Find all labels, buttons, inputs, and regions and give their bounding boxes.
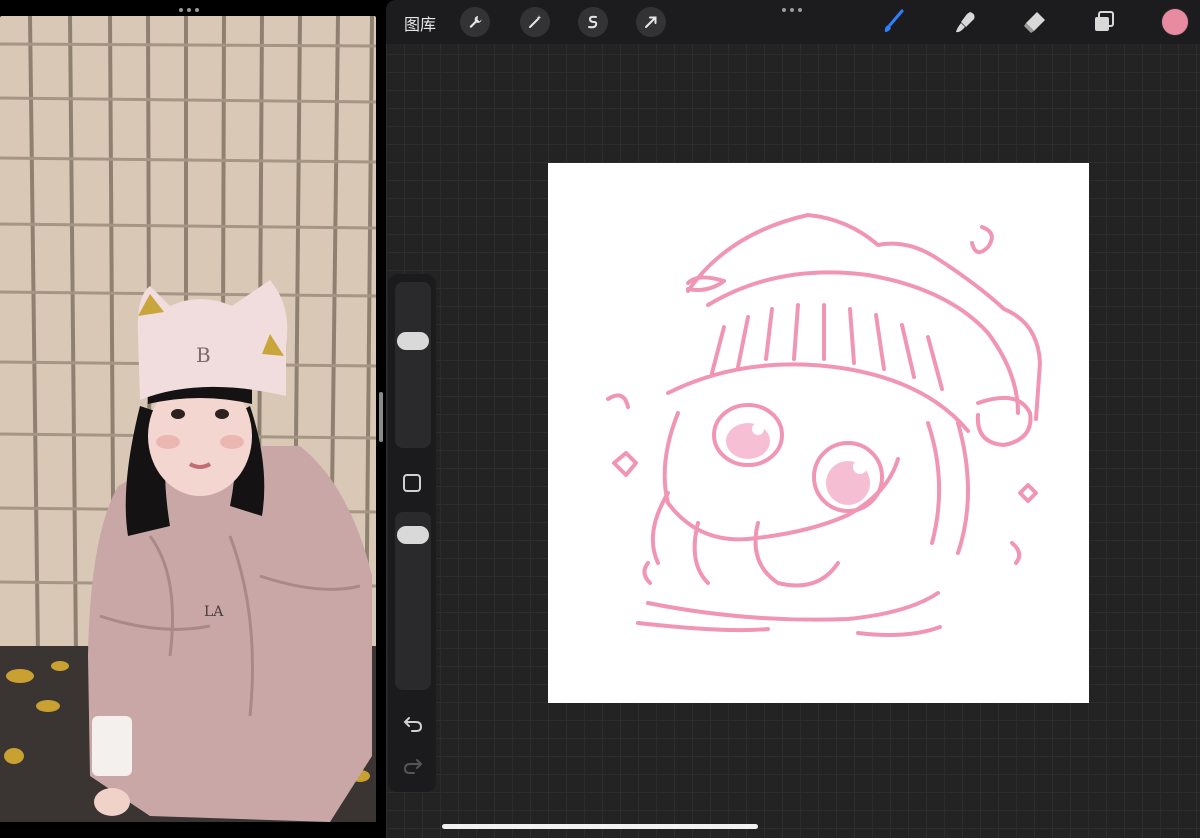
color-picker-button[interactable] (1162, 9, 1188, 35)
brush-size-slider[interactable] (395, 282, 431, 448)
redo-button[interactable] (401, 754, 425, 778)
left-sidebar (388, 274, 436, 792)
drawing-canvas[interactable] (548, 163, 1089, 703)
selection-icon (588, 15, 598, 29)
brush-icon (884, 9, 904, 32)
undo-icon (403, 717, 423, 732)
jacket-logo: LA (204, 604, 224, 620)
layers-button[interactable] (1090, 8, 1118, 36)
selection-button[interactable] (578, 7, 608, 37)
reference-photo: B LA (0, 16, 376, 822)
app-menu-handle[interactable] (782, 8, 802, 12)
eraser-tool-button[interactable] (1020, 8, 1048, 36)
transform-arrow-icon (645, 16, 657, 28)
modify-button[interactable] (403, 474, 421, 492)
eraser-icon (1024, 12, 1045, 33)
smudge-icon (956, 12, 975, 33)
split-view-divider[interactable] (379, 392, 383, 442)
pink-chibi-sketch (606, 213, 1042, 637)
adjustments-button[interactable] (520, 7, 550, 37)
brush-opacity-slider[interactable] (395, 512, 431, 690)
drawing-app: 图库 (386, 0, 1200, 838)
gallery-button[interactable]: 图库 (404, 11, 436, 35)
smudge-tool-button[interactable] (952, 8, 980, 36)
split-view-handle[interactable] (179, 8, 199, 12)
actions-button[interactable] (460, 7, 490, 37)
wrench-icon (469, 16, 482, 28)
cap-monogram: B (196, 343, 211, 367)
top-toolbar: 图库 (386, 0, 1200, 44)
redo-icon (403, 759, 423, 774)
transform-button[interactable] (636, 7, 666, 37)
reference-photo-pane: B LA (0, 0, 378, 838)
brush-size-thumb[interactable] (397, 332, 429, 350)
magic-wand-icon (529, 15, 542, 28)
brush-opacity-thumb[interactable] (397, 526, 429, 544)
brush-tool-button[interactable] (880, 8, 908, 36)
layers-icon (1095, 11, 1114, 31)
undo-button[interactable] (401, 712, 425, 736)
home-indicator[interactable] (442, 824, 758, 829)
